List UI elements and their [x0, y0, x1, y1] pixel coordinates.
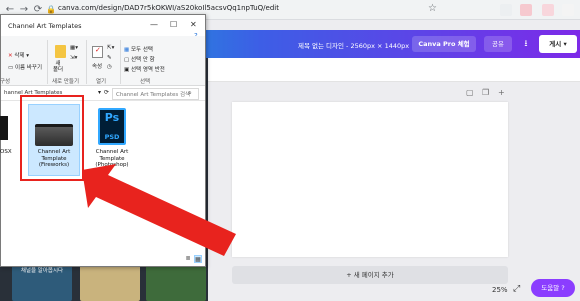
ribbon-group-open: 열기 [96, 79, 107, 85]
add-page-label: + 새 페이지 추가 [346, 271, 394, 279]
download-icon[interactable]: ⭳ [516, 36, 536, 52]
add-page-button[interactable]: + 새 페이지 추가 [232, 266, 508, 284]
publish-button[interactable]: 게시 ▾ [539, 35, 577, 53]
ribbon-group-organize: 구성 [0, 79, 11, 85]
edit-icon[interactable]: ✎ [107, 55, 112, 61]
note-icon[interactable]: ▢ [466, 88, 474, 97]
file-label[interactable]: OSX [0, 149, 12, 155]
help-label: 도움말 ? [541, 284, 565, 292]
psd-icon-text: Ps [104, 111, 120, 124]
share-label: 공유 [492, 40, 504, 48]
new-folder-icon[interactable] [55, 45, 66, 58]
refresh-icon[interactable]: ⟳ [104, 89, 109, 96]
delete-label: 삭제 [14, 53, 25, 59]
document-title[interactable]: 제목 없는 디자인 - 2560px × 1440px [298, 40, 409, 50]
select-all-label: 모두 선택 [130, 47, 153, 53]
properties-label[interactable]: 속성 [92, 62, 102, 70]
minimize-icon[interactable]: — [150, 20, 158, 29]
select-none-icon: ▢ [124, 57, 130, 63]
maximize-icon[interactable]: ☐ [170, 20, 177, 29]
rename-button[interactable]: ▭ 이름 바꾸기 [8, 63, 42, 71]
template-thumbnail[interactable] [146, 262, 206, 301]
close-icon[interactable]: ✕ [190, 20, 197, 29]
chevron-down-icon[interactable]: ▾ [98, 89, 101, 96]
delete-button[interactable]: ✕ 삭제 ▾ [8, 51, 29, 59]
add-page-icon[interactable]: + [498, 88, 505, 97]
fullscreen-icon[interactable]: ⤢ [513, 284, 520, 294]
canva-pro-trial-button[interactable]: Canva Pro 체험 [412, 36, 476, 52]
profile-avatar[interactable] [562, 4, 574, 16]
bookmark-star-icon[interactable]: ☆ [428, 3, 437, 14]
invert-selection-icon: ▣ [124, 67, 130, 73]
extension-icon[interactable] [500, 4, 512, 16]
ribbon-group-select: 선택 [140, 79, 151, 85]
address-bar-url[interactable]: canva.com/design/DAD7r5kOKWI/aS20koIl5ac… [58, 4, 279, 12]
ribbon-separator [120, 40, 121, 84]
template-thumbnail[interactable]: 채널을 알아봅시다 [12, 262, 72, 301]
invert-selection-label: 선택 영역 반전 [130, 67, 165, 73]
extension-icon[interactable] [542, 4, 554, 16]
properties-icon[interactable]: ✓ [92, 46, 103, 58]
highlight-box [20, 95, 84, 181]
select-none-button[interactable]: ▢ 선택 안 함 [124, 55, 155, 63]
red-arrow-annotation [82, 164, 236, 256]
extension-icon[interactable] [520, 4, 532, 16]
open-icon[interactable]: ⇱▾ [107, 45, 114, 51]
design-canvas[interactable] [232, 102, 508, 257]
rename-icon: ▭ [8, 65, 14, 71]
help-button[interactable]: 도움말 ? [531, 279, 575, 297]
template-thumbnail[interactable] [80, 262, 140, 301]
canva-pro-label: Canva Pro 체험 [418, 40, 470, 48]
delete-icon: ✕ [8, 53, 13, 59]
invert-selection-button[interactable]: ▣ 선택 영역 반전 [124, 65, 165, 73]
search-placeholder: Channel Art Templates 검색 [116, 92, 191, 98]
publish-label: 게시 [549, 40, 562, 48]
select-all-button[interactable]: ▦ 모두 선택 [124, 45, 153, 53]
editor-toolbar [208, 58, 580, 82]
select-none-label: 선택 안 함 [130, 57, 155, 63]
ribbon-separator [86, 40, 87, 84]
select-all-icon: ▦ [124, 47, 130, 53]
share-button[interactable]: 공유 [484, 36, 512, 52]
psd-icon-sub: PSD [104, 133, 120, 141]
rename-label: 이름 바꾸기 [14, 65, 43, 71]
new-item-icon[interactable]: ▦▾ [70, 45, 78, 51]
ribbon-group-new: 새로 만들기 [52, 79, 80, 85]
window-title: Channel Art Templates [8, 22, 82, 30]
search-icon[interactable]: ⌕ [188, 89, 192, 98]
easy-access-icon[interactable]: ⇲▾ [70, 55, 77, 61]
file-icon[interactable] [0, 116, 8, 140]
ribbon-separator [47, 40, 48, 84]
zoom-level[interactable]: 25% [492, 286, 508, 294]
new-folder-label[interactable]: 새 폴더 [53, 61, 63, 73]
duplicate-page-icon[interactable]: ❐ [482, 88, 489, 97]
history-icon[interactable]: ◷ [107, 64, 112, 70]
